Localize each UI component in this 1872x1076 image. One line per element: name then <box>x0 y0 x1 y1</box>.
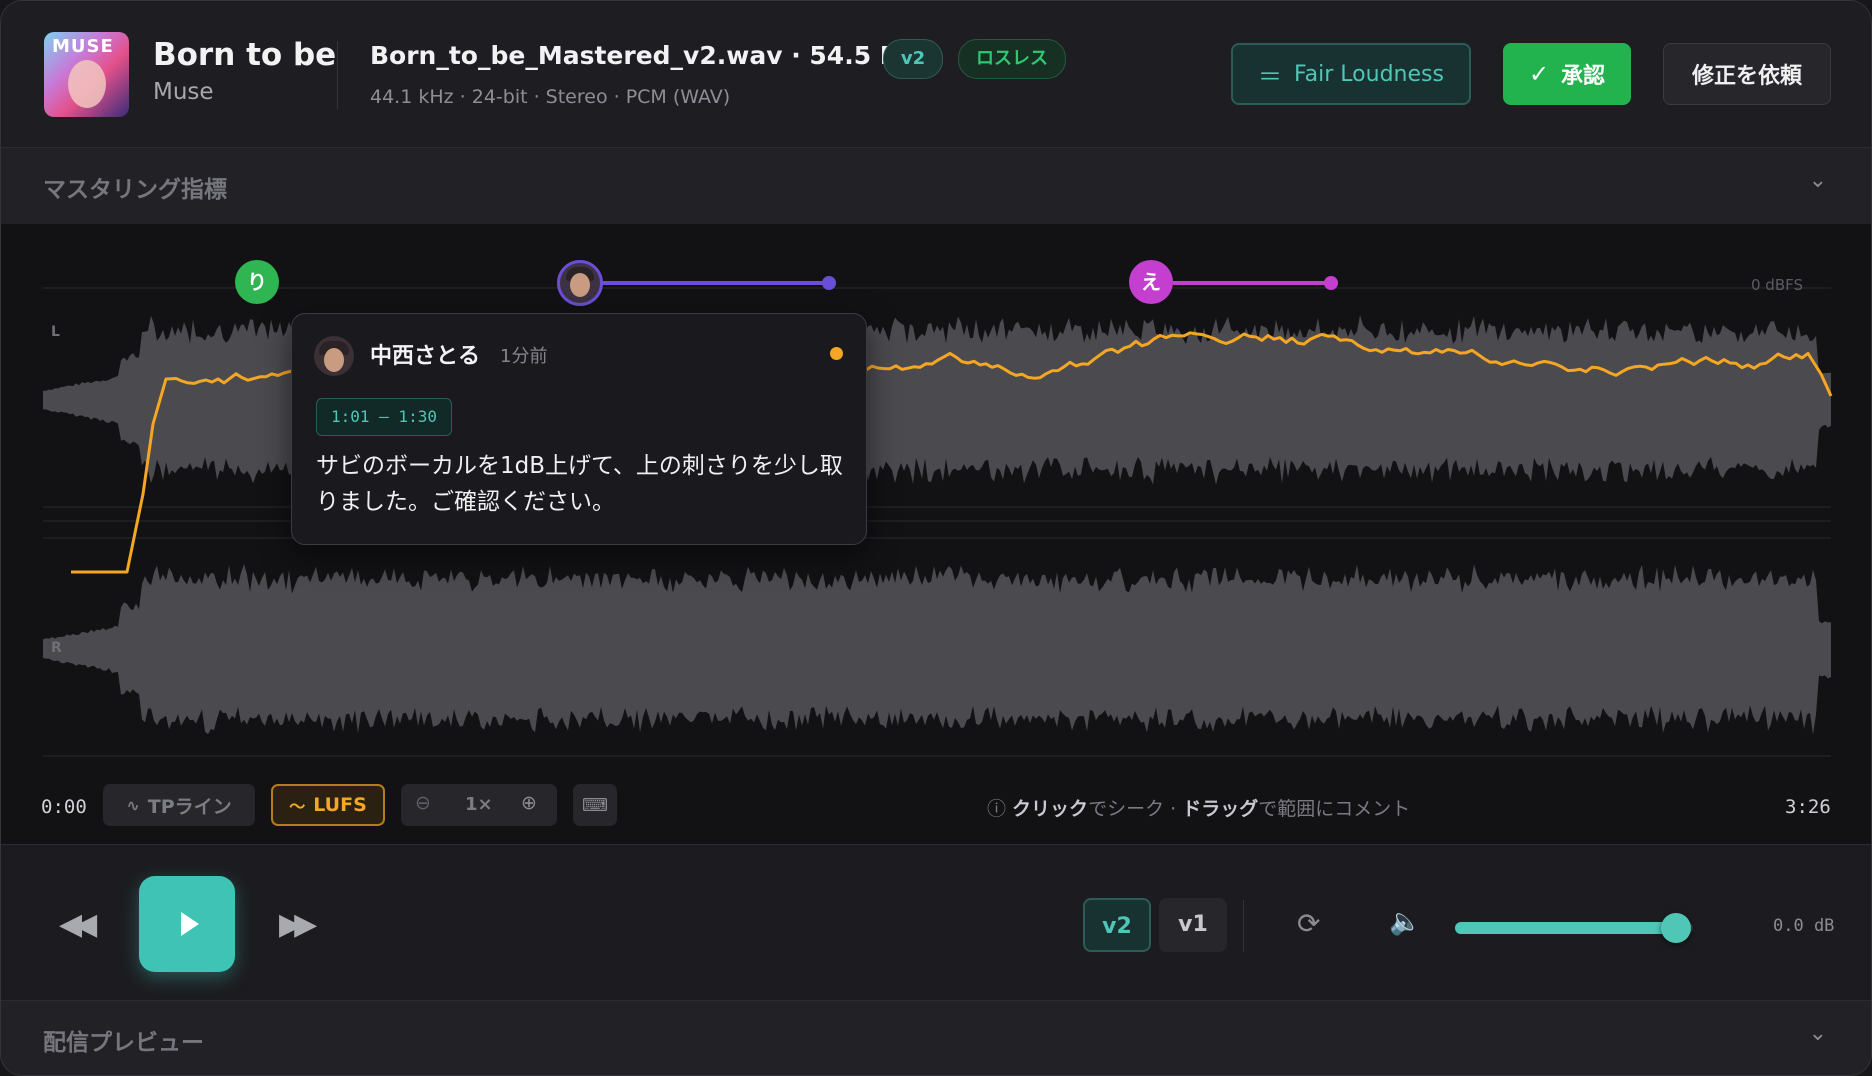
approve-label: 承認 <box>1561 64 1606 89</box>
dbfs-label: 0 dBFS <box>1751 276 1804 294</box>
tp-line-label: TPライン <box>147 795 232 818</box>
comment-timestamp: 1分前 <box>500 346 548 367</box>
rewind-icon[interactable]: ◀◀ <box>59 907 97 942</box>
avatar-face <box>570 273 590 297</box>
version-v2-button[interactable]: v2 <box>1083 898 1151 952</box>
play-button[interactable] <box>139 876 235 972</box>
volume-icon[interactable]: 🔈 <box>1389 907 1421 937</box>
comment-time-range[interactable]: 1:01 – 1:30 <box>316 398 452 436</box>
version-v1-button[interactable]: v1 <box>1159 898 1227 952</box>
fair-loudness-button[interactable]: ＝ Fair Loudness <box>1231 43 1471 105</box>
keyboard-icon: ⌨ <box>582 794 608 816</box>
track-title: Born to be <box>153 37 337 73</box>
pulse-icon: ∿ <box>126 795 140 815</box>
lufs-toggle[interactable]: 〜 LUFS <box>271 784 385 826</box>
zoom-level: 1× <box>465 794 493 815</box>
comment-range-end-pink <box>1324 276 1338 290</box>
volume-fill <box>1455 922 1677 934</box>
hint-click: クリック <box>1012 798 1089 820</box>
request-revision-button[interactable]: 修正を依頼 <box>1663 43 1831 105</box>
comment-author-name: 中西さとる <box>370 344 481 369</box>
waveform-right-channel <box>43 564 1831 735</box>
hint-drag: ドラッグ <box>1182 798 1259 820</box>
approve-button[interactable]: ✓ 承認 <box>1503 43 1631 105</box>
left-channel-label: L <box>51 324 60 340</box>
fast-forward-icon[interactable]: ▶▶ <box>279 907 317 942</box>
comment-author-avatar <box>314 336 354 376</box>
fair-loudness-label: Fair Loudness <box>1294 61 1444 87</box>
header: MUSE Born to be Muse Born_to_be_Mastered… <box>1 1 1871 148</box>
info-icon: ⓘ <box>987 798 1013 820</box>
waveform-canvas[interactable] <box>1 224 1871 844</box>
chevron-down-icon[interactable]: ⌄ <box>1809 168 1827 193</box>
volume-db: 0.0 dB <box>1773 916 1835 936</box>
lufs-label: LUFS <box>313 794 367 816</box>
distribution-preview-label: 配信プレビュー <box>43 1030 204 1056</box>
mastering-metrics-section[interactable]: マスタリング指標 ⌄ <box>1 148 1871 225</box>
check-icon: ✓ <box>1528 60 1550 88</box>
right-channel-label: R <box>51 640 62 656</box>
waveform-hint: ⓘ クリックでシーク · ドラッグで範囲にコメント <box>987 794 1410 821</box>
distribution-preview-section[interactable]: 配信プレビュー ⌄ <box>1 1000 1871 1075</box>
mastering-metrics-label: マスタリング指標 <box>43 177 227 203</box>
transport-divider <box>1243 900 1244 952</box>
volume-handle[interactable] <box>1661 913 1692 943</box>
comment-text: サビのボーカルを1dB上げて、上の刺さりを少し取りました。ご確認ください。 <box>316 453 843 515</box>
file-name: Born_to_be_Mastered_v2.wav · 54.5 MB <box>370 41 924 70</box>
zoom-out-icon[interactable]: ⊖ <box>415 792 431 814</box>
transport-bar: ◀◀ ▶▶ v2 v1 ⟳ 🔈 0.0 dB <box>1 844 1871 1001</box>
hint-comment: で範囲にコメント <box>1258 798 1411 820</box>
avatar-face <box>324 348 344 372</box>
tp-line-toggle[interactable]: ∿ TPライン <box>103 784 255 826</box>
cover-logo-text: MUSE <box>52 36 114 57</box>
comment-marker-e[interactable]: え <box>1129 260 1173 304</box>
lossless-badge: ロスレス <box>958 39 1066 79</box>
header-divider <box>337 41 338 109</box>
play-icon <box>181 912 199 936</box>
file-format-info: 44.1 kHz · 24-bit · Stereo · PCM (WAV) <box>370 86 731 108</box>
track-artist: Muse <box>153 79 214 105</box>
comment-marker-ri[interactable]: り <box>235 260 279 304</box>
zoom-in-icon[interactable]: ⊕ <box>521 792 537 814</box>
wave-line-icon: 〜 <box>289 797 306 816</box>
album-cover: MUSE <box>44 32 129 117</box>
volume-slider[interactable] <box>1455 913 1693 943</box>
waveform-panel[interactable]: 0 dBFS L R り え 中西さとる 1分前 1:01 – 1:30 サビの… <box>1 224 1871 844</box>
comment-marker-avatar[interactable] <box>557 260 603 306</box>
unread-indicator <box>830 347 843 360</box>
zoom-controls: ⊖ 1× ⊕ <box>401 784 557 826</box>
time-end: 3:26 <box>1785 796 1831 818</box>
time-start: 0:00 <box>41 796 87 818</box>
equals-icon: ＝ <box>1258 62 1283 91</box>
chevron-down-icon[interactable]: ⌄ <box>1809 1021 1827 1046</box>
comment-range-end-purple <box>822 276 836 290</box>
version-badge: v2 <box>883 39 943 79</box>
request-revision-label: 修正を依頼 <box>1691 64 1802 89</box>
mastering-review-window: MUSE Born to be Muse Born_to_be_Mastered… <box>0 0 1872 1076</box>
loop-icon[interactable]: ⟳ <box>1297 907 1320 940</box>
comment-popover: 中西さとる 1分前 1:01 – 1:30 サビのボーカルを1dB上げて、上の刺… <box>291 313 867 545</box>
keyboard-shortcuts-button[interactable]: ⌨ <box>573 784 617 826</box>
cover-portrait <box>68 60 106 108</box>
hint-seek: でシーク · <box>1088 798 1183 820</box>
